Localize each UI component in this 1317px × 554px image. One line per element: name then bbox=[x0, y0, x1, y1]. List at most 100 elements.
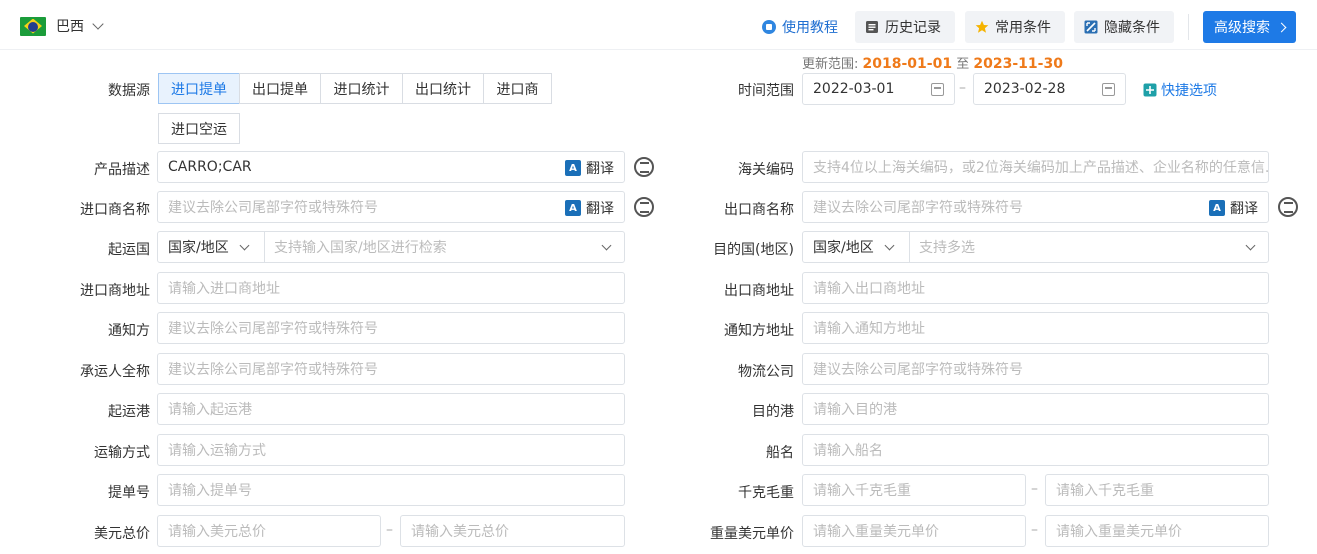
translate-label: 翻译 bbox=[586, 161, 614, 177]
label-logistics: 物流公司 bbox=[738, 364, 794, 380]
exporter-addr-input[interactable]: 请输入出口商地址 bbox=[802, 272, 1269, 304]
gross-weight-max-input[interactable]: 请输入千克毛重 bbox=[1045, 474, 1269, 506]
carrier-input[interactable]: 建议去除公司尾部字符或特殊符号 bbox=[157, 353, 625, 385]
exporter-placeholder: 建议去除公司尾部字符或特殊符号 bbox=[813, 200, 1023, 216]
tab-import-air[interactable]: 进口空运 bbox=[158, 113, 240, 144]
chevron-down-icon bbox=[601, 240, 612, 251]
range-separator: – bbox=[386, 522, 393, 538]
label-exporter-addr: 出口商地址 bbox=[724, 283, 794, 299]
importer-input[interactable]: 建议去除公司尾部字符或特殊符号 A 翻译 bbox=[157, 191, 625, 223]
pod-input[interactable]: 请输入目的港 bbox=[802, 393, 1269, 425]
origin-placeholder: 支持输入国家/地区进行检索 bbox=[274, 240, 447, 256]
label-transport: 运输方式 bbox=[94, 445, 150, 461]
favorites-button[interactable]: 常用条件 bbox=[965, 11, 1065, 43]
importer-addr-input[interactable]: 请输入进口商地址 bbox=[157, 272, 625, 304]
tutorial-link[interactable]: 使用教程 bbox=[762, 12, 838, 42]
weight-usd-unit-max-placeholder: 请输入重量美元单价 bbox=[1056, 524, 1182, 540]
tab-import-stats[interactable]: 进口统计 bbox=[320, 73, 403, 104]
tab-importer[interactable]: 进口商 bbox=[483, 73, 552, 104]
history-icon bbox=[865, 20, 879, 34]
label-product-desc: 产品描述 bbox=[94, 162, 150, 178]
date-separator: – bbox=[959, 80, 966, 96]
collapse-icon bbox=[1084, 20, 1098, 34]
update-range-mid: 至 bbox=[956, 57, 970, 72]
country-name: 巴西 bbox=[56, 19, 84, 35]
translate-button[interactable]: A 翻译 bbox=[565, 198, 614, 218]
label-carrier: 承运人全称 bbox=[80, 364, 150, 380]
importer-addr-placeholder: 请输入进口商地址 bbox=[168, 281, 280, 297]
chevron-down-icon bbox=[239, 240, 250, 250]
chevron-down-icon bbox=[1245, 240, 1256, 251]
usd-total-min-placeholder: 请输入美元总价 bbox=[168, 524, 266, 540]
label-origin: 起运国 bbox=[108, 242, 150, 258]
hs-code-input[interactable]: 支持4位以上海关编码，或2位海关编码加上产品描述、企业名称的任意信... bbox=[802, 151, 1269, 183]
label-dest: 目的国(地区) bbox=[713, 242, 794, 258]
tab-import-bl[interactable]: 进口提单 bbox=[158, 73, 240, 104]
label-vessel: 船名 bbox=[766, 445, 794, 461]
transport-input[interactable]: 请输入运输方式 bbox=[157, 434, 625, 466]
favorites-label: 常用条件 bbox=[995, 20, 1051, 36]
weight-usd-unit-min-input[interactable]: 请输入重量美元单价 bbox=[802, 515, 1026, 547]
country-selector[interactable]: 巴西 bbox=[20, 16, 104, 36]
vessel-placeholder: 请输入船名 bbox=[813, 443, 883, 459]
logistics-input[interactable]: 建议去除公司尾部字符或特殊符号 bbox=[802, 353, 1269, 385]
tab-export-bl[interactable]: 出口提单 bbox=[239, 73, 321, 104]
start-date-input[interactable]: 2022-03-01 bbox=[802, 73, 955, 105]
update-range-start: 2018-01-01 bbox=[862, 56, 953, 72]
usd-total-max-input[interactable]: 请输入美元总价 bbox=[400, 515, 625, 547]
tutorial-icon bbox=[762, 20, 776, 34]
update-range-prefix: 更新范围: bbox=[802, 57, 859, 72]
top-bar: 巴西 使用教程 历史记录 常用条件 隐藏条件 高级搜索 bbox=[0, 0, 1317, 50]
notify-addr-input[interactable]: 请输入通知方地址 bbox=[802, 312, 1269, 344]
exporter-input[interactable]: 建议去除公司尾部字符或特殊符号 A 翻译 bbox=[802, 191, 1269, 223]
label-gross-weight: 千克毛重 bbox=[738, 485, 794, 501]
history-button[interactable]: 历史记录 bbox=[855, 11, 955, 43]
dest-scope-select[interactable]: 国家/地区 bbox=[803, 232, 910, 262]
notify-addr-placeholder: 请输入通知方地址 bbox=[813, 321, 925, 337]
product-desc-value: CARRO;CAR bbox=[168, 159, 252, 175]
label-usd-total: 美元总价 bbox=[94, 526, 150, 542]
dest-select[interactable]: 国家/地区 支持多选 bbox=[802, 231, 1269, 263]
label-exporter: 出口商名称 bbox=[724, 202, 794, 218]
gross-weight-max-placeholder: 请输入千克毛重 bbox=[1056, 483, 1154, 499]
divider bbox=[1188, 14, 1189, 40]
label-importer-addr: 进口商地址 bbox=[80, 283, 150, 299]
brazil-flag-icon bbox=[20, 16, 46, 36]
gross-weight-min-input[interactable]: 请输入千克毛重 bbox=[802, 474, 1026, 506]
importer-placeholder: 建议去除公司尾部字符或特殊符号 bbox=[168, 200, 378, 216]
label-notify: 通知方 bbox=[108, 323, 150, 339]
end-date-value: 2023-02-28 bbox=[984, 81, 1066, 97]
tab-export-stats[interactable]: 出口统计 bbox=[402, 73, 484, 104]
origin-scope-select[interactable]: 国家/地区 bbox=[158, 232, 265, 262]
tutorial-label: 使用教程 bbox=[782, 20, 838, 36]
translate-label: 翻译 bbox=[586, 201, 614, 217]
hs-code-placeholder: 支持4位以上海关编码，或2位海关编码加上产品描述、企业名称的任意信... bbox=[813, 160, 1268, 176]
product-desc-input[interactable]: CARRO;CAR A 翻译 bbox=[157, 151, 625, 183]
chevron-down-icon bbox=[884, 240, 895, 250]
translate-button[interactable]: A 翻译 bbox=[565, 158, 614, 178]
usd-total-min-input[interactable]: 请输入美元总价 bbox=[157, 515, 381, 547]
chevron-down-icon bbox=[92, 18, 104, 30]
pol-placeholder: 请输入起运港 bbox=[168, 402, 252, 418]
translate-icon: A bbox=[565, 160, 581, 176]
translate-icon: A bbox=[565, 200, 581, 216]
quick-options-link[interactable]: 快捷选项 bbox=[1143, 80, 1217, 100]
vessel-input[interactable]: 请输入船名 bbox=[802, 434, 1269, 466]
bl-input[interactable]: 请输入提单号 bbox=[157, 474, 625, 506]
range-separator: – bbox=[1031, 481, 1038, 497]
synonym-icon[interactable] bbox=[1278, 197, 1298, 217]
weight-usd-unit-min-placeholder: 请输入重量美元单价 bbox=[813, 524, 939, 540]
dest-scope-value: 国家/地区 bbox=[813, 240, 874, 256]
advanced-search-button[interactable]: 高级搜索 bbox=[1203, 11, 1296, 43]
label-datasource: 数据源 bbox=[108, 83, 150, 99]
chevron-right-icon bbox=[1276, 22, 1287, 32]
pol-input[interactable]: 请输入起运港 bbox=[157, 393, 625, 425]
translate-icon: A bbox=[1209, 200, 1225, 216]
origin-select[interactable]: 国家/地区 支持输入国家/地区进行检索 bbox=[157, 231, 625, 263]
hide-conditions-button[interactable]: 隐藏条件 bbox=[1074, 11, 1174, 43]
end-date-input[interactable]: 2023-02-28 bbox=[973, 73, 1126, 105]
notify-input[interactable]: 建议去除公司尾部字符或特殊符号 bbox=[157, 312, 625, 344]
label-time-range: 时间范围 bbox=[738, 83, 794, 99]
weight-usd-unit-max-input[interactable]: 请输入重量美元单价 bbox=[1045, 515, 1269, 547]
translate-button[interactable]: A 翻译 bbox=[1209, 198, 1258, 218]
